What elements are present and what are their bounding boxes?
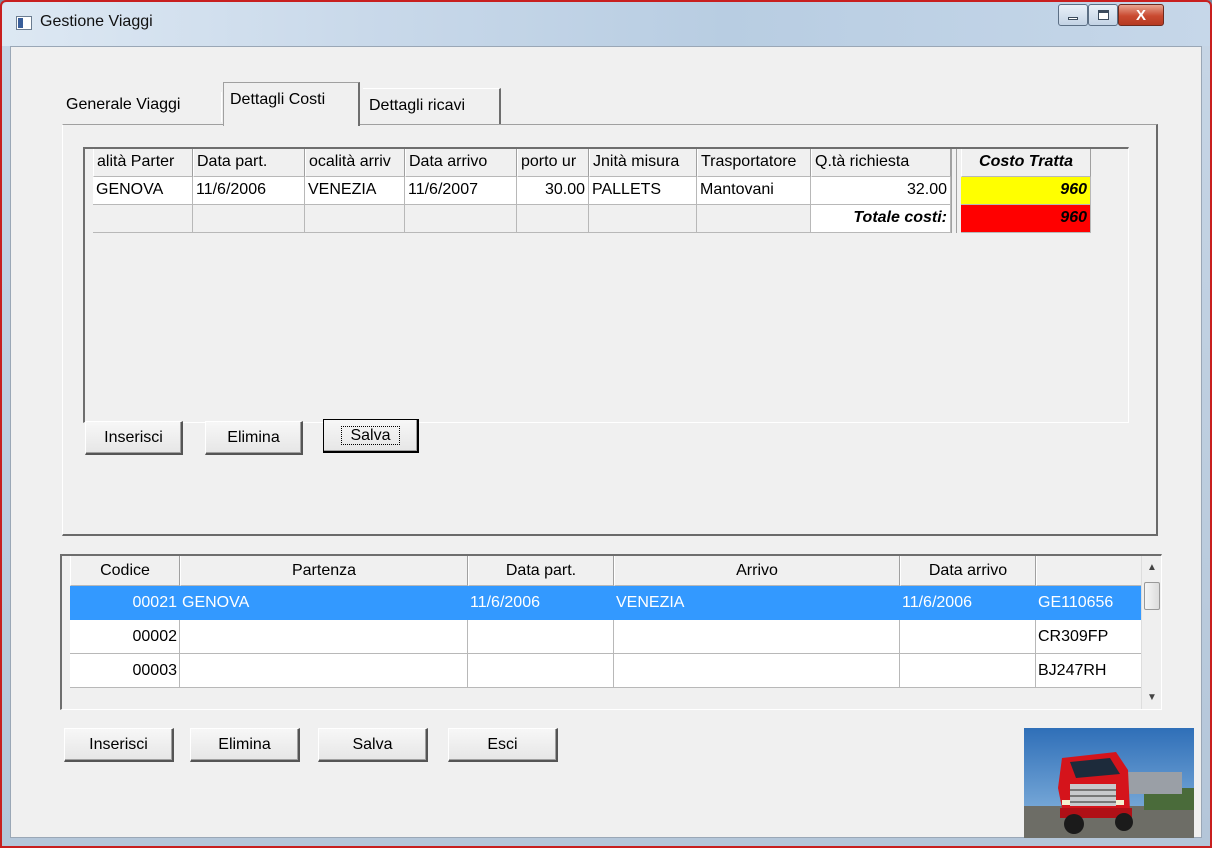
minimize-button[interactable] bbox=[1058, 4, 1088, 26]
trips-grid[interactable]: Codice Partenza Data part. Arrivo Data a… bbox=[60, 554, 1162, 710]
delete-button[interactable]: Elimina bbox=[190, 728, 300, 762]
cell-data-part[interactable] bbox=[468, 654, 614, 688]
total-costs-label: Totale costi: bbox=[811, 205, 951, 233]
column-header[interactable]: alità Parter bbox=[93, 149, 193, 177]
save-button[interactable]: Salva bbox=[318, 728, 428, 762]
column-header-data-arrivo[interactable]: Data arrivo bbox=[900, 556, 1036, 586]
maximize-button[interactable] bbox=[1088, 4, 1118, 26]
column-header[interactable]: porto ur bbox=[517, 149, 589, 177]
column-header[interactable]: Q.tà richiesta bbox=[811, 149, 951, 177]
cell-arrivo[interactable] bbox=[614, 654, 900, 688]
close-icon: X bbox=[1135, 6, 1146, 24]
exit-button[interactable]: Esci bbox=[448, 728, 558, 762]
cell-arrivo[interactable]: VENEZIA bbox=[614, 586, 900, 620]
cell-trasportatore[interactable]: Mantovani bbox=[697, 177, 811, 205]
cell-quantita[interactable]: 32.00 bbox=[811, 177, 951, 205]
empty-cell bbox=[93, 205, 193, 233]
scroll-up-icon[interactable]: ▲ bbox=[1142, 558, 1161, 578]
cell-codice[interactable]: 00003 bbox=[70, 654, 180, 688]
cell-data-arrivo[interactable] bbox=[900, 620, 1036, 654]
tab-dettagli-costi[interactable]: Dettagli Costi bbox=[223, 82, 360, 126]
tab-generale-viaggi[interactable]: Generale Viaggi bbox=[60, 88, 220, 124]
column-header-arrivo[interactable]: Arrivo bbox=[614, 556, 900, 586]
cell-codice[interactable]: 00002 bbox=[70, 620, 180, 654]
column-header[interactable]: Data arrivo bbox=[405, 149, 517, 177]
column-header-data-part[interactable]: Data part. bbox=[468, 556, 614, 586]
close-button[interactable]: X bbox=[1118, 4, 1164, 26]
app-icon[interactable] bbox=[16, 16, 32, 30]
cell-data-part[interactable]: 11/6/2006 bbox=[468, 586, 614, 620]
cell-data-partenza[interactable]: 11/6/2006 bbox=[193, 177, 305, 205]
maximize-icon bbox=[1097, 10, 1109, 20]
panel-insert-button[interactable]: Inserisci bbox=[85, 421, 183, 455]
window-title: Gestione Viaggi bbox=[40, 13, 153, 30]
tab-label: Dettagli Costi bbox=[230, 91, 326, 108]
truck-image bbox=[1024, 728, 1194, 838]
cell-unita-misura[interactable]: PALLETS bbox=[589, 177, 697, 205]
cell-costo-tratta[interactable]: 960 bbox=[961, 177, 1091, 205]
insert-button[interactable]: Inserisci bbox=[64, 728, 174, 762]
frozen-column-divider bbox=[951, 149, 957, 233]
column-header-costo-tratta[interactable]: Costo Tratta bbox=[961, 149, 1091, 177]
tab-separator bbox=[221, 92, 222, 122]
cell-localita-arrivo[interactable]: VENEZIA bbox=[305, 177, 405, 205]
cell-targa[interactable]: BJ247RH bbox=[1036, 654, 1146, 688]
cell-arrivo[interactable] bbox=[614, 620, 900, 654]
empty-cell bbox=[193, 205, 305, 233]
cell-targa[interactable]: CR309FP bbox=[1036, 620, 1146, 654]
column-header-partenza[interactable]: Partenza bbox=[180, 556, 468, 586]
title-bar[interactable]: Gestione Viaggi X bbox=[2, 2, 1210, 46]
column-header-codice[interactable]: Codice bbox=[70, 556, 180, 586]
cell-partenza[interactable]: GENOVA bbox=[180, 586, 468, 620]
save-label: Salva bbox=[341, 425, 400, 445]
scroll-down-icon[interactable]: ▼ bbox=[1142, 688, 1161, 708]
costs-grid[interactable]: alità Parter Data part. ocalità arriv Da… bbox=[83, 147, 1129, 423]
cell-localita-partenza[interactable]: GENOVA bbox=[93, 177, 193, 205]
cell-targa[interactable]: GE110656 bbox=[1036, 586, 1146, 620]
truck-illustration bbox=[1024, 728, 1194, 838]
panel-delete-button[interactable]: Elimina bbox=[205, 421, 303, 455]
total-costs-value: 960 bbox=[961, 205, 1091, 233]
column-header[interactable]: Jnità misura bbox=[589, 149, 697, 177]
column-header[interactable]: Trasportatore bbox=[697, 149, 811, 177]
empty-cell bbox=[517, 205, 589, 233]
column-header[interactable]: Data part. bbox=[193, 149, 305, 177]
vertical-scrollbar[interactable]: ▲ ▼ bbox=[1141, 556, 1161, 709]
tab-label: Dettagli ricavi bbox=[369, 97, 466, 114]
minimize-icon bbox=[1068, 16, 1078, 20]
tab-panel-dettagli-costi: alità Parter Data part. ocalità arriv Da… bbox=[62, 124, 1158, 536]
column-header-targa[interactable] bbox=[1036, 556, 1146, 586]
empty-cell bbox=[305, 205, 405, 233]
cell-partenza[interactable] bbox=[180, 620, 468, 654]
cell-codice[interactable]: 00021 bbox=[70, 586, 180, 620]
tab-dettagli-ricavi[interactable]: Dettagli ricavi bbox=[363, 88, 501, 124]
app-window: Gestione Viaggi X Generale Viaggi Dettag… bbox=[0, 0, 1212, 848]
empty-cell bbox=[697, 205, 811, 233]
cell-data-arrivo[interactable]: 11/6/2006 bbox=[900, 586, 1036, 620]
cell-partenza[interactable] bbox=[180, 654, 468, 688]
panel-save-button[interactable]: Salva bbox=[323, 419, 419, 453]
cell-data-part[interactable] bbox=[468, 620, 614, 654]
cell-data-arrivo[interactable] bbox=[900, 654, 1036, 688]
cell-data-arrivo[interactable]: 11/6/2007 bbox=[405, 177, 517, 205]
tab-label: Generale Viaggi bbox=[66, 96, 181, 113]
empty-cell bbox=[589, 205, 697, 233]
cell-importo[interactable]: 30.00 bbox=[517, 177, 589, 205]
column-header[interactable]: ocalità arriv bbox=[305, 149, 405, 177]
scrollbar-thumb[interactable] bbox=[1144, 582, 1160, 610]
empty-cell bbox=[405, 205, 517, 233]
